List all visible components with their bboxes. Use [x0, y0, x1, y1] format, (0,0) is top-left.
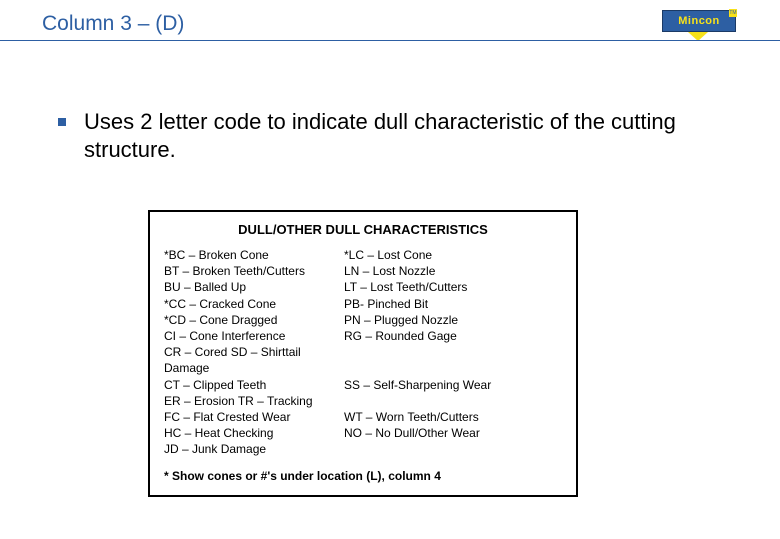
code-right: WT – Worn Teeth/Cutters	[344, 409, 562, 425]
trademark-badge: TM	[729, 9, 737, 17]
code-left: CT – Clipped Teeth	[164, 377, 344, 393]
brand-logo: Mincon TM	[662, 10, 734, 40]
code-row: FC – Flat Crested Wear WT – Worn Teeth/C…	[164, 409, 562, 425]
code-right	[344, 393, 562, 409]
code-row: *CC – Cracked Cone PB- Pinched Bit	[164, 296, 562, 312]
code-row: *CD – Cone Dragged PN – Plugged Nozzle	[164, 312, 562, 328]
code-right: *LC – Lost Cone	[344, 247, 562, 263]
code-right: NO – No Dull/Other Wear	[344, 425, 562, 441]
body-area: Uses 2 letter code to indicate dull char…	[58, 108, 720, 163]
code-left: CI – Cone Interference	[164, 328, 344, 344]
logo-text: Mincon	[678, 15, 720, 27]
table-footnote: * Show cones or #'s under location (L), …	[164, 469, 562, 483]
code-row: BU – Balled Up LT – Lost Teeth/Cutters	[164, 279, 562, 295]
code-row: *BC – Broken Cone *LC – Lost Cone	[164, 247, 562, 263]
code-row: CT – Clipped Teeth SS – Self-Sharpening …	[164, 377, 562, 393]
table-heading: DULL/OTHER DULL CHARACTERISTICS	[164, 222, 562, 237]
code-right: RG – Rounded Gage	[344, 328, 562, 344]
code-left: BT – Broken Teeth/Cutters	[164, 263, 344, 279]
code-left: FC – Flat Crested Wear	[164, 409, 344, 425]
code-left: ER – Erosion TR – Tracking	[164, 393, 344, 409]
bullet-icon	[58, 118, 66, 126]
code-left: CR – Cored SD – Shirttail Damage	[164, 344, 344, 376]
code-right	[344, 344, 562, 376]
code-row: CI – Cone Interference RG – Rounded Gage	[164, 328, 562, 344]
code-left: *CC – Cracked Cone	[164, 296, 344, 312]
characteristics-box: DULL/OTHER DULL CHARACTERISTICS *BC – Br…	[148, 210, 578, 497]
slide-title: Column 3 – (D)	[42, 12, 184, 36]
code-row: CR – Cored SD – Shirttail Damage	[164, 344, 562, 376]
code-row: ER – Erosion TR – Tracking	[164, 393, 562, 409]
code-row: JD – Junk Damage	[164, 441, 562, 457]
code-row: BT – Broken Teeth/Cutters LN – Lost Nozz…	[164, 263, 562, 279]
code-row: HC – Heat Checking NO – No Dull/Other We…	[164, 425, 562, 441]
code-left: JD – Junk Damage	[164, 441, 344, 457]
bullet-item: Uses 2 letter code to indicate dull char…	[58, 108, 720, 163]
code-right: LT – Lost Teeth/Cutters	[344, 279, 562, 295]
code-left: HC – Heat Checking	[164, 425, 344, 441]
code-left: *CD – Cone Dragged	[164, 312, 344, 328]
code-right: PN – Plugged Nozzle	[344, 312, 562, 328]
title-bar: Column 3 – (D) Mincon TM	[0, 6, 780, 42]
code-right	[344, 441, 562, 457]
code-right: LN – Lost Nozzle	[344, 263, 562, 279]
code-right: SS – Self-Sharpening Wear	[344, 377, 562, 393]
codes-list: *BC – Broken Cone *LC – Lost Cone BT – B…	[164, 247, 562, 457]
slide: Column 3 – (D) Mincon TM Uses 2 letter c…	[0, 0, 780, 539]
bullet-text: Uses 2 letter code to indicate dull char…	[84, 108, 720, 163]
code-left: *BC – Broken Cone	[164, 247, 344, 263]
code-left: BU – Balled Up	[164, 279, 344, 295]
title-underline	[0, 40, 780, 41]
code-right: PB- Pinched Bit	[344, 296, 562, 312]
logo-box: Mincon TM	[662, 10, 736, 32]
